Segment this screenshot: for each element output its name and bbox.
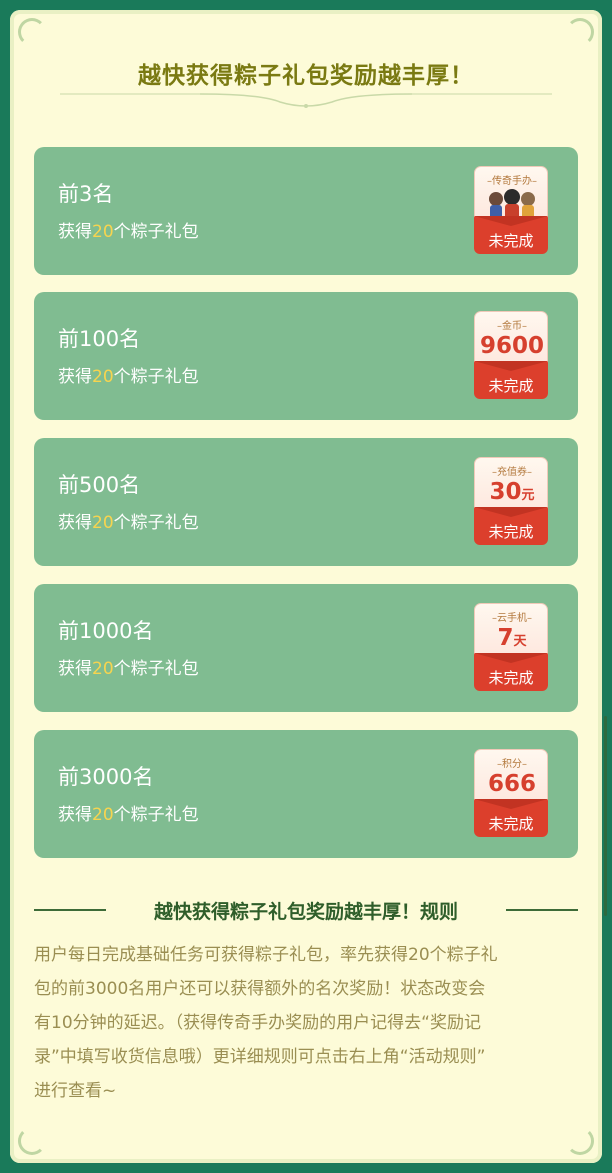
rules-line: 进行查看~ [34, 1081, 117, 1101]
badge-tag: –传奇手办– [487, 176, 537, 187]
reward-badge: –云手机– 7天 未完成 [474, 603, 548, 691]
reward-card-top3: 前3名 获得20个粽子礼包 –传奇手办– 未完成 [34, 147, 578, 275]
status-label: 未完成 [488, 232, 534, 250]
reward-description: 获得20个粽子礼包 [58, 513, 199, 533]
rules-line: 录”中填写收货信息哦）更详细规则可点击右上角“活动规则” [34, 1047, 486, 1067]
reward-card-top500: 前500名 获得20个粽子礼包 –充值券– 30元 未完成 [34, 438, 578, 566]
rules-line: 有10分钟的延迟。（获得传奇手办奖励的用户记得去“奖励记 [34, 1013, 481, 1033]
scrollbar[interactable] [604, 716, 607, 916]
rank-label: 前1000名 [58, 619, 154, 643]
reward-card-top100: 前100名 获得20个粽子礼包 –金币– 9600 未完成 [34, 292, 578, 420]
rank-label: 前500名 [58, 473, 141, 497]
reward-description: 获得20个粽子礼包 [58, 805, 199, 825]
rules-title: 越快获得粽子礼包奖励越丰厚！规则 [153, 901, 458, 923]
corner-ornament [566, 1127, 594, 1155]
badge-tag: –云手机– [492, 613, 532, 624]
title-divider-ornament [60, 93, 552, 108]
rules-line: 用户每日完成基础任务可获得粽子礼包，率先获得20个粽子礼 [34, 945, 498, 965]
reward-badge: –充值券– 30元 未完成 [474, 457, 548, 545]
reward-card-top1000: 前1000名 获得20个粽子礼包 –云手机– 7天 未完成 [34, 584, 578, 712]
badge-tag: –金币– [497, 321, 527, 332]
rules-text: 用户每日完成基础任务可获得粽子礼包，率先获得20个粽子礼 包的前3000名用户还… [34, 938, 582, 1108]
reward-description: 获得20个粽子礼包 [58, 222, 199, 242]
badge-value: 666 [487, 771, 536, 797]
badge-value: 30元 [489, 479, 535, 505]
reward-badge: –传奇手办– 未完成 [474, 166, 548, 254]
status-label: 未完成 [488, 377, 534, 395]
status-label: 未完成 [488, 669, 534, 687]
rank-label: 前3000名 [58, 765, 154, 789]
badge-tag: –积分– [497, 759, 527, 770]
rank-label: 前3名 [58, 182, 114, 206]
status-label: 未完成 [488, 523, 534, 541]
corner-ornament [18, 1127, 46, 1155]
badge-tag: –充值券– [492, 467, 532, 478]
corner-ornament [566, 18, 594, 46]
reward-description: 获得20个粽子礼包 [58, 659, 199, 679]
reward-description: 获得20个粽子礼包 [58, 367, 199, 387]
badge-value: 7天 [497, 625, 527, 651]
rules-line: 包的前3000名用户还可以获得额外的名次奖励！状态改变会 [34, 979, 486, 999]
reward-card-top3000: 前3000名 获得20个粽子礼包 –积分– 666 未完成 [34, 730, 578, 858]
page-title: 越快获得粽子礼包奖励越丰厚！ [138, 63, 474, 89]
rank-label: 前100名 [58, 327, 141, 351]
status-label: 未完成 [488, 815, 534, 833]
badge-value: 9600 [479, 333, 544, 359]
corner-ornament [18, 18, 46, 46]
reward-badge: –积分– 666 未完成 [474, 749, 548, 837]
reward-badge: –金币– 9600 未完成 [474, 311, 548, 399]
